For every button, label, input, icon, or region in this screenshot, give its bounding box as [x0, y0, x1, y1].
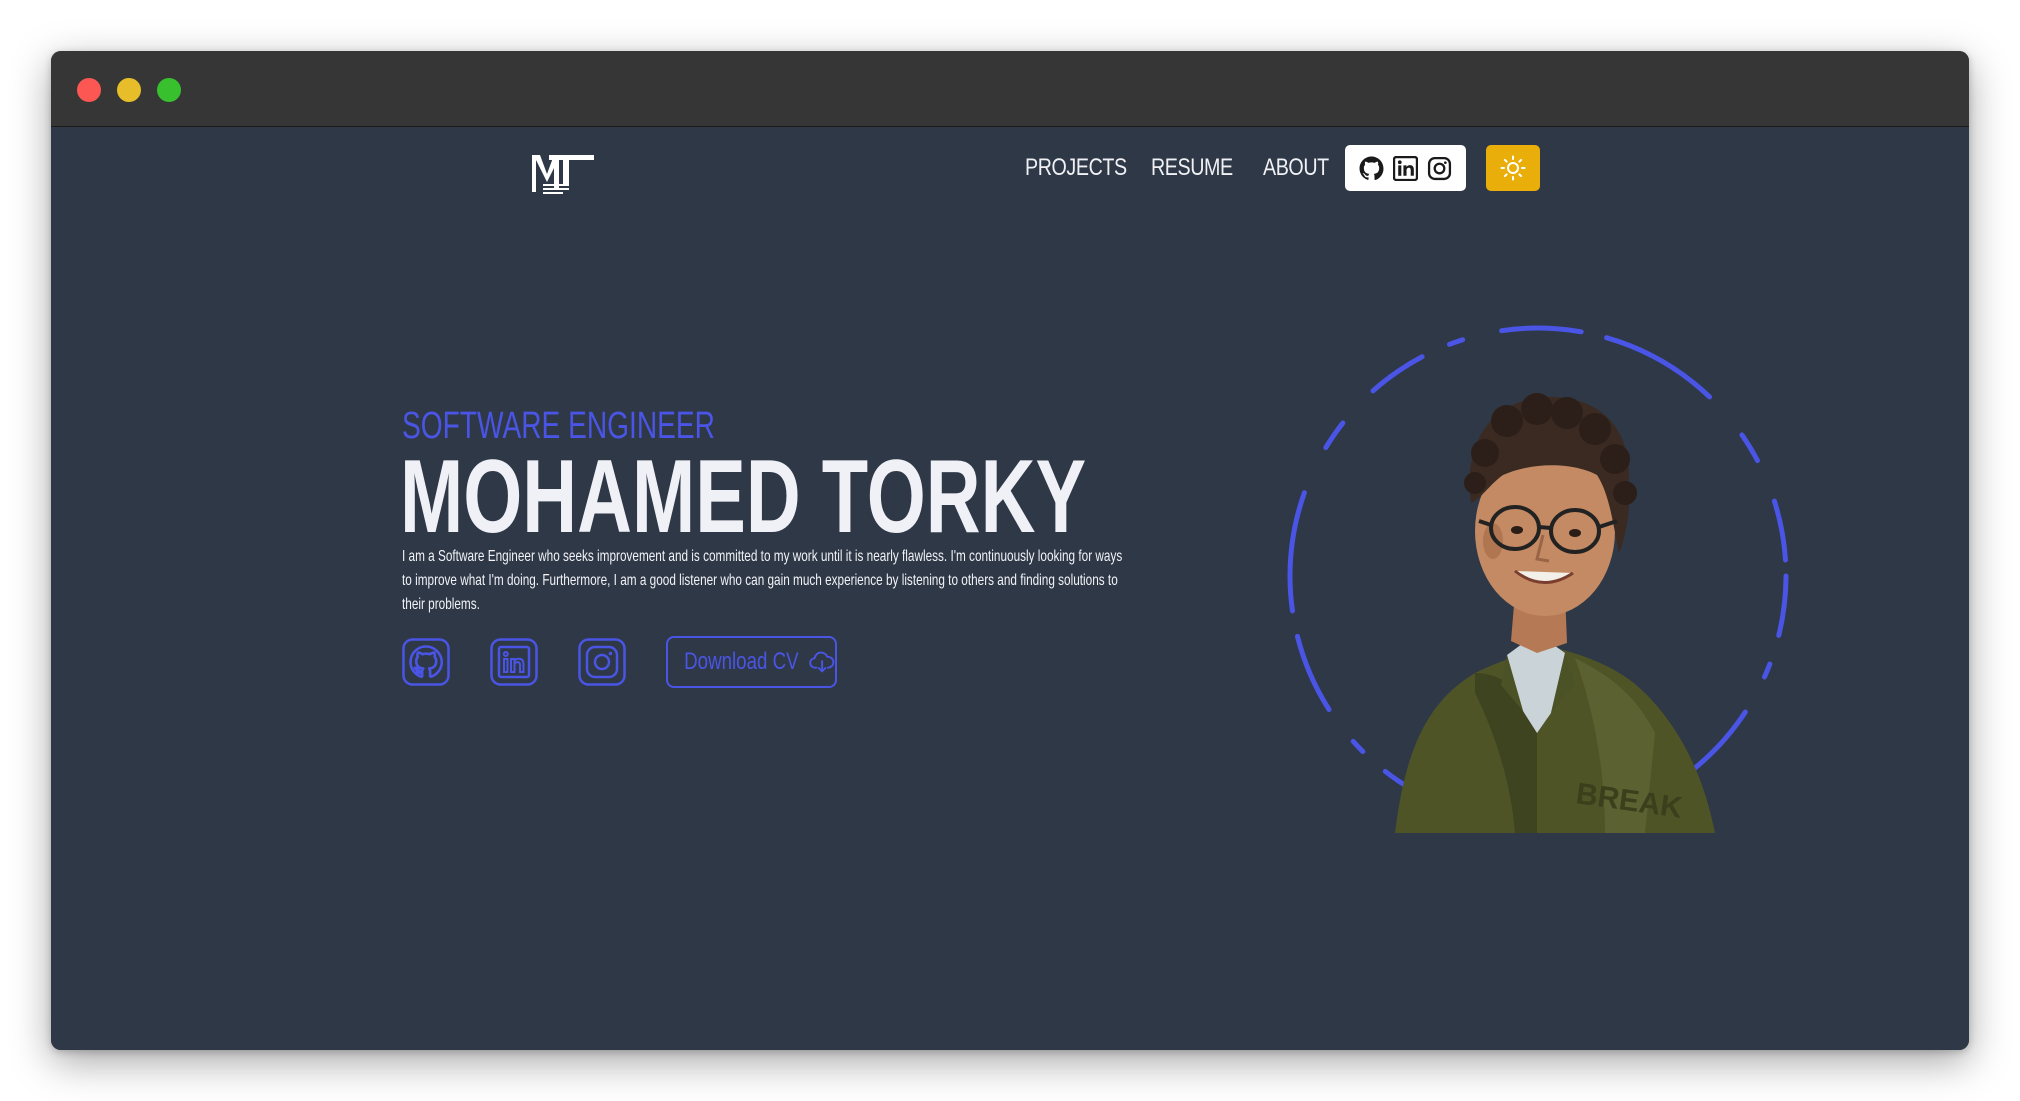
- cloud-download-icon: [809, 651, 835, 673]
- browser-window: PROJECTS RESUME ABOUT SOFTWARE ENGINEER …: [51, 51, 1969, 1050]
- hero-bio: I am a Software Engineer who seeks impro…: [402, 548, 1123, 613]
- window-titlebar: [51, 51, 1969, 127]
- site-logo[interactable]: [532, 152, 594, 198]
- nav-link-projects[interactable]: PROJECTS: [1025, 154, 1127, 182]
- download-cv-label: Download CV: [684, 648, 799, 675]
- main-nav: PROJECTS RESUME ABOUT: [1025, 145, 1540, 191]
- nav-link-about[interactable]: ABOUT: [1263, 154, 1329, 182]
- download-cv-button[interactable]: Download CV: [666, 636, 837, 688]
- instagram-icon[interactable]: [1427, 156, 1452, 181]
- linkedin-icon: [490, 638, 538, 686]
- theme-toggle-button[interactable]: [1486, 145, 1540, 191]
- instagram-icon: [578, 638, 626, 686]
- person-figure: BREAK: [1395, 393, 1715, 833]
- linkedin-icon[interactable]: [1393, 155, 1418, 181]
- mt-logo-icon: [532, 155, 594, 194]
- sun-icon: [1500, 155, 1526, 181]
- hero-social-links: Download CV: [402, 636, 837, 688]
- hero-linkedin-link[interactable]: [490, 638, 538, 686]
- github-icon: [402, 638, 450, 686]
- nav-social-links: [1345, 145, 1466, 191]
- hero-name: MOHAMED TORKY: [400, 439, 1087, 555]
- portfolio-page: PROJECTS RESUME ABOUT SOFTWARE ENGINEER …: [51, 127, 1969, 1050]
- profile-photo-frame: BREAK: [1275, 313, 1801, 839]
- profile-photo: BREAK: [1287, 325, 1789, 833]
- hero-instagram-link[interactable]: [578, 638, 626, 686]
- maximize-window-button[interactable]: [157, 78, 181, 102]
- minimize-window-button[interactable]: [117, 78, 141, 102]
- hero-github-link[interactable]: [402, 638, 450, 686]
- nav-link-resume[interactable]: RESUME: [1151, 154, 1233, 182]
- github-icon[interactable]: [1359, 156, 1384, 181]
- close-window-button[interactable]: [77, 78, 101, 102]
